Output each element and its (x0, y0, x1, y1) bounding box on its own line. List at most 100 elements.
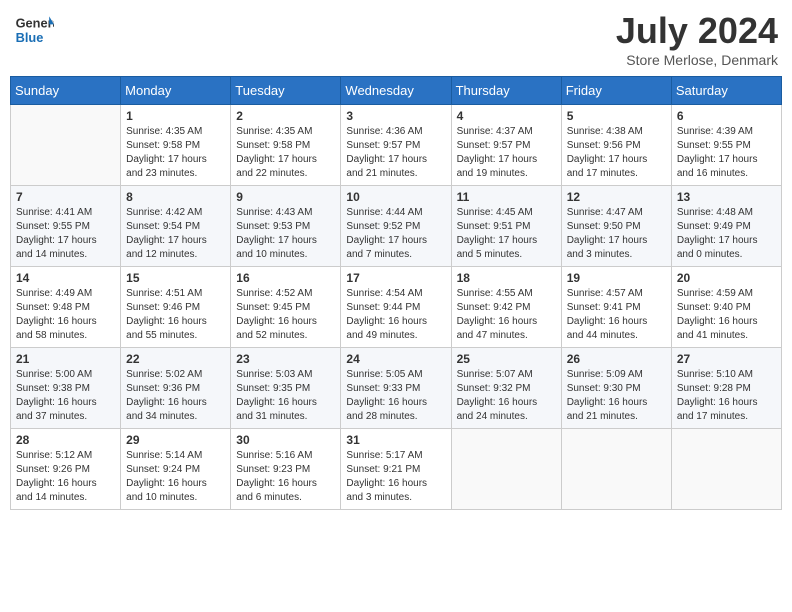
cell-details: Sunrise: 4:35 AMSunset: 9:58 PMDaylight:… (236, 125, 335, 181)
weekday-header: Tuesday (231, 77, 341, 105)
calendar-cell: 29 Sunrise: 5:14 AMSunset: 9:24 PMDayligh… (121, 429, 231, 510)
calendar-cell: 4 Sunrise: 4:37 AMSunset: 9:57 PMDaylight… (451, 105, 561, 186)
cell-details: Sunrise: 5:12 AMSunset: 9:26 PMDaylight:… (16, 449, 115, 505)
weekday-header: Saturday (671, 77, 781, 105)
calendar-cell (11, 105, 121, 186)
cell-details: Sunrise: 4:42 AMSunset: 9:54 PMDaylight:… (126, 206, 225, 262)
day-number: 2 (236, 109, 335, 123)
day-number: 12 (567, 190, 666, 204)
cell-details: Sunrise: 4:57 AMSunset: 9:41 PMDaylight:… (567, 287, 666, 343)
calendar-cell: 16 Sunrise: 4:52 AMSunset: 9:45 PMDayligh… (231, 267, 341, 348)
cell-details: Sunrise: 4:36 AMSunset: 9:57 PMDaylight:… (346, 125, 445, 181)
day-number: 3 (346, 109, 445, 123)
cell-details: Sunrise: 5:10 AMSunset: 9:28 PMDaylight:… (677, 368, 776, 424)
cell-details: Sunrise: 5:16 AMSunset: 9:23 PMDaylight:… (236, 449, 335, 505)
day-number: 17 (346, 271, 445, 285)
calendar-cell: 17 Sunrise: 4:54 AMSunset: 9:44 PMDayligh… (341, 267, 451, 348)
weekday-header: Monday (121, 77, 231, 105)
cell-details: Sunrise: 4:51 AMSunset: 9:46 PMDaylight:… (126, 287, 225, 343)
day-number: 24 (346, 352, 445, 366)
weekday-header: Thursday (451, 77, 561, 105)
day-number: 9 (236, 190, 335, 204)
cell-details: Sunrise: 4:37 AMSunset: 9:57 PMDaylight:… (457, 125, 556, 181)
calendar-cell: 19 Sunrise: 4:57 AMSunset: 9:41 PMDayligh… (561, 267, 671, 348)
day-number: 22 (126, 352, 225, 366)
calendar-cell: 25Sunrise: 5:07 AMSunset: 9:32 PMDayligh… (451, 348, 561, 429)
day-number: 20 (677, 271, 776, 285)
day-number: 7 (16, 190, 115, 204)
cell-details: Sunrise: 5:00 AMSunset: 9:38 PMDaylight:… (16, 368, 115, 424)
day-number: 29 (126, 433, 225, 447)
calendar-cell: 8 Sunrise: 4:42 AMSunset: 9:54 PMDaylight… (121, 186, 231, 267)
calendar-cell (671, 429, 781, 510)
calendar-cell: 23Sunrise: 5:03 AMSunset: 9:35 PMDayligh… (231, 348, 341, 429)
cell-details: Sunrise: 5:09 AMSunset: 9:30 PMDaylight:… (567, 368, 666, 424)
calendar-cell: 18 Sunrise: 4:55 AMSunset: 9:42 PMDayligh… (451, 267, 561, 348)
calendar-week-row: 28 Sunrise: 5:12 AMSunset: 9:26 PMDayligh… (11, 429, 782, 510)
cell-details: Sunrise: 4:43 AMSunset: 9:53 PMDaylight:… (236, 206, 335, 262)
cell-details: Sunrise: 4:55 AMSunset: 9:42 PMDaylight:… (457, 287, 556, 343)
calendar-cell: 20 Sunrise: 4:59 AMSunset: 9:40 PMDayligh… (671, 267, 781, 348)
cell-details: Sunrise: 4:48 AMSunset: 9:49 PMDaylight:… (677, 206, 776, 262)
calendar-cell: 6Sunrise: 4:39 AMSunset: 9:55 PMDaylight… (671, 105, 781, 186)
day-number: 16 (236, 271, 335, 285)
cell-details: Sunrise: 4:49 AMSunset: 9:48 PMDaylight:… (16, 287, 115, 343)
calendar-cell: 13 Sunrise: 4:48 AMSunset: 9:49 PMDayligh… (671, 186, 781, 267)
cell-details: Sunrise: 4:45 AMSunset: 9:51 PMDaylight:… (457, 206, 556, 262)
calendar-cell: 10Sunrise: 4:44 AMSunset: 9:52 PMDayligh… (341, 186, 451, 267)
day-number: 27 (677, 352, 776, 366)
day-number: 28 (16, 433, 115, 447)
calendar-cell: 15 Sunrise: 4:51 AMSunset: 9:46 PMDayligh… (121, 267, 231, 348)
location: Store Merlose, Denmark (616, 52, 778, 68)
day-number: 1 (126, 109, 225, 123)
day-number: 4 (457, 109, 556, 123)
day-number: 14 (16, 271, 115, 285)
day-number: 10 (346, 190, 445, 204)
day-number: 8 (126, 190, 225, 204)
calendar-cell: 9 Sunrise: 4:43 AMSunset: 9:53 PMDaylight… (231, 186, 341, 267)
weekday-header-row: SundayMondayTuesdayWednesdayThursdayFrid… (11, 77, 782, 105)
svg-text:Blue: Blue (16, 30, 44, 45)
day-number: 19 (567, 271, 666, 285)
svg-text:General: General (16, 16, 54, 31)
day-number: 11 (457, 190, 556, 204)
title-block: July 2024 Store Merlose, Denmark (616, 10, 778, 68)
weekday-header: Sunday (11, 77, 121, 105)
day-number: 30 (236, 433, 335, 447)
logo-icon: General Blue (14, 10, 54, 50)
cell-details: Sunrise: 4:54 AMSunset: 9:44 PMDaylight:… (346, 287, 445, 343)
day-number: 18 (457, 271, 556, 285)
cell-details: Sunrise: 4:59 AMSunset: 9:40 PMDaylight:… (677, 287, 776, 343)
day-number: 5 (567, 109, 666, 123)
calendar-table: SundayMondayTuesdayWednesdayThursdayFrid… (10, 76, 782, 510)
cell-details: Sunrise: 4:38 AMSunset: 9:56 PMDaylight:… (567, 125, 666, 181)
calendar-cell: 22 Sunrise: 5:02 AMSunset: 9:36 PMDayligh… (121, 348, 231, 429)
calendar-cell: 28 Sunrise: 5:12 AMSunset: 9:26 PMDayligh… (11, 429, 121, 510)
calendar-cell: 1 Sunrise: 4:35 AMSunset: 9:58 PMDaylight… (121, 105, 231, 186)
day-number: 21 (16, 352, 115, 366)
calendar-cell: 2 Sunrise: 4:35 AMSunset: 9:58 PMDaylight… (231, 105, 341, 186)
weekday-header: Friday (561, 77, 671, 105)
cell-details: Sunrise: 4:52 AMSunset: 9:45 PMDaylight:… (236, 287, 335, 343)
calendar-week-row: 14 Sunrise: 4:49 AMSunset: 9:48 PMDayligh… (11, 267, 782, 348)
day-number: 15 (126, 271, 225, 285)
cell-details: Sunrise: 5:14 AMSunset: 9:24 PMDaylight:… (126, 449, 225, 505)
calendar-cell: 3 Sunrise: 4:36 AMSunset: 9:57 PMDaylight… (341, 105, 451, 186)
cell-details: Sunrise: 4:41 AMSunset: 9:55 PMDaylight:… (16, 206, 115, 262)
day-number: 23 (236, 352, 335, 366)
cell-details: Sunrise: 5:02 AMSunset: 9:36 PMDaylight:… (126, 368, 225, 424)
calendar-cell: 30 Sunrise: 5:16 AMSunset: 9:23 PMDayligh… (231, 429, 341, 510)
calendar-cell: 24Sunrise: 5:05 AMSunset: 9:33 PMDayligh… (341, 348, 451, 429)
cell-details: Sunrise: 4:35 AMSunset: 9:58 PMDaylight:… (126, 125, 225, 181)
day-number: 6 (677, 109, 776, 123)
cell-details: Sunrise: 5:07 AMSunset: 9:32 PMDaylight:… (457, 368, 556, 424)
day-number: 26 (567, 352, 666, 366)
day-number: 13 (677, 190, 776, 204)
calendar-cell: 5 Sunrise: 4:38 AMSunset: 9:56 PMDaylight… (561, 105, 671, 186)
cell-details: Sunrise: 4:47 AMSunset: 9:50 PMDaylight:… (567, 206, 666, 262)
calendar-cell (451, 429, 561, 510)
weekday-header: Wednesday (341, 77, 451, 105)
calendar-cell: 21 Sunrise: 5:00 AMSunset: 9:38 PMDayligh… (11, 348, 121, 429)
logo: General Blue (14, 10, 58, 50)
calendar-cell: 12 Sunrise: 4:47 AMSunset: 9:50 PMDayligh… (561, 186, 671, 267)
